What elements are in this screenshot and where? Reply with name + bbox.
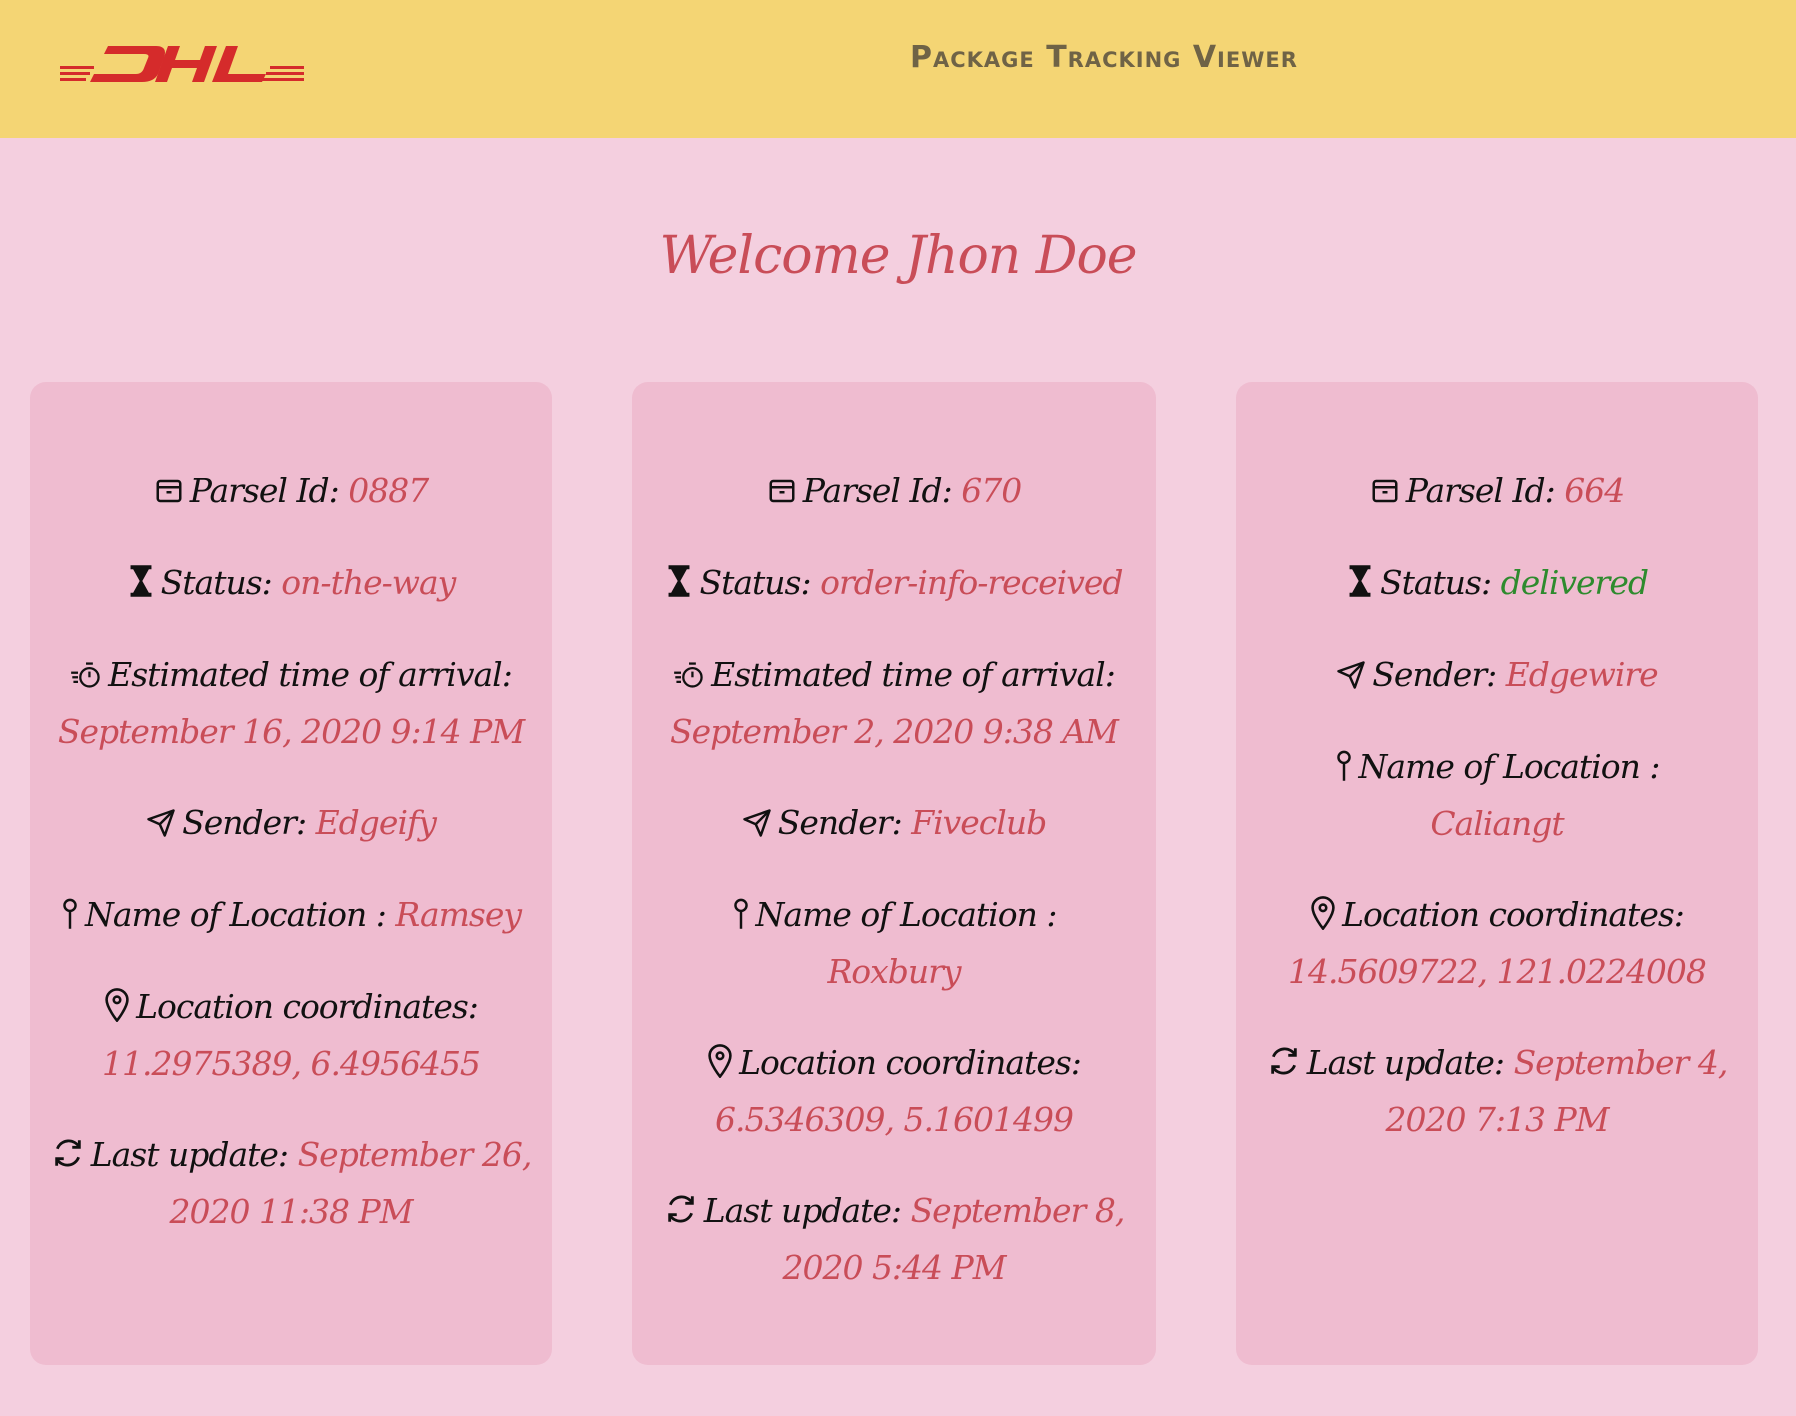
- send-arrow-icon: [742, 808, 772, 838]
- parcel-id-label: Parsel Id:: [1405, 471, 1556, 510]
- last-update-value: September 8,: [910, 1191, 1126, 1230]
- last-update-value: September 4,: [1513, 1043, 1729, 1082]
- eta-label: Estimated time of arrival:: [108, 655, 513, 694]
- app-title: Package Tracking Viewer: [910, 40, 1298, 75]
- coordinates-label: Location coordinates:: [1342, 895, 1685, 934]
- status-value: delivered: [1500, 563, 1649, 602]
- hourglass-icon: [127, 564, 155, 598]
- location-name-label: Name of Location :: [84, 895, 387, 934]
- send-arrow-icon: [1336, 660, 1366, 690]
- last-update-value-2: 2020 11:38 PM: [169, 1192, 413, 1231]
- coordinates-value: 6.5346309, 5.1601499: [715, 1100, 1074, 1139]
- status-value: order-info-received: [820, 563, 1123, 602]
- sender-row: Sender: Edgeify: [30, 794, 552, 851]
- coordinates-row: Location coordinates: 11.2975389, 6.49564…: [30, 978, 552, 1092]
- status-label: Status:: [1380, 563, 1492, 602]
- location-name-value: Caliangt: [1430, 804, 1564, 843]
- eta-value: September 2, 2020 9:38 AM: [670, 712, 1119, 751]
- parcel-id-row: Parsel Id: 664: [1236, 462, 1758, 519]
- parcel-id-value: 0887: [348, 471, 429, 510]
- sender-value: Edgewire: [1505, 655, 1659, 694]
- sender-label: Sender:: [182, 803, 307, 842]
- parcel-id-value: 664: [1564, 471, 1625, 510]
- eta-row: Estimated time of arrival: September 16, …: [30, 646, 552, 760]
- coordinates-value: 14.5609722, 121.0224008: [1288, 952, 1707, 991]
- location-name-value: Ramsey: [395, 895, 522, 934]
- last-update-value-2: 2020 5:44 PM: [782, 1248, 1006, 1287]
- parcel-id-label: Parsel Id:: [802, 471, 953, 510]
- location-name-value: Roxbury: [827, 952, 961, 991]
- coordinates-label: Location coordinates:: [136, 987, 479, 1026]
- location-name-label: Name of Location :: [1358, 747, 1661, 786]
- status-row: Status: delivered: [1236, 554, 1758, 611]
- eta-value: September 16, 2020 9:14 PM: [57, 712, 525, 751]
- map-marker-icon: [707, 1044, 733, 1078]
- parcel-id-row: Parsel Id: 0887: [30, 462, 552, 519]
- parcel-id-row: Parsel Id: 670: [632, 462, 1156, 519]
- map-marker-icon: [1310, 896, 1336, 930]
- sender-row: Sender: Edgewire: [1236, 646, 1758, 703]
- last-update-row: Last update: September 4, 2020 7:13 PM: [1236, 1034, 1758, 1148]
- pin-icon: [1335, 750, 1353, 782]
- parcel-card[interactable]: Parsel Id: 670 Status: order-info-receiv…: [632, 382, 1156, 1365]
- sender-label: Sender:: [1372, 655, 1497, 694]
- status-row: Status: order-info-received: [632, 554, 1156, 611]
- sender-row: Sender: Fiveclub: [632, 794, 1156, 851]
- location-name-row: Name of Location : Ramsey: [30, 886, 552, 943]
- parcel-id-label: Parsel Id:: [189, 471, 340, 510]
- eta-row: Estimated time of arrival: September 2, 2…: [632, 646, 1156, 760]
- status-row: Status: on-the-way: [30, 554, 552, 611]
- parcel-card[interactable]: Parsel Id: 0887 Status: on-the-way Estim…: [30, 382, 552, 1365]
- last-update-label: Last update:: [90, 1135, 289, 1174]
- hourglass-icon: [665, 564, 693, 598]
- sender-label: Sender:: [777, 803, 903, 842]
- coordinates-value: 11.2975389, 6.4956455: [102, 1044, 481, 1083]
- archive-box-icon: [1370, 476, 1400, 506]
- sender-value: Fiveclub: [911, 803, 1047, 842]
- status-value: on-the-way: [281, 563, 456, 602]
- coordinates-row: Location coordinates: 14.5609722, 121.022…: [1236, 886, 1758, 1000]
- location-name-row: Name of Location : Caliangt: [1236, 738, 1758, 852]
- archive-box-icon: [154, 476, 184, 506]
- dhl-logo[interactable]: [60, 38, 304, 88]
- archive-box-icon: [767, 476, 797, 506]
- last-update-row: Last update: September 26, 2020 11:38 PM: [30, 1126, 552, 1240]
- coordinates-row: Location coordinates: 6.5346309, 5.160149…: [632, 1034, 1156, 1148]
- last-update-label: Last update:: [703, 1191, 902, 1230]
- timer-icon: [70, 660, 102, 690]
- welcome-message: Welcome Jhon Doe: [659, 226, 1137, 286]
- parcel-card[interactable]: Parsel Id: 664 Status: delivered Sender:…: [1236, 382, 1758, 1365]
- status-label: Status:: [699, 563, 811, 602]
- pin-icon: [732, 898, 750, 930]
- last-update-value: September 26,: [297, 1135, 533, 1174]
- map-marker-icon: [104, 988, 130, 1022]
- sender-value: Edgeify: [315, 803, 437, 842]
- refresh-icon: [51, 1136, 85, 1170]
- last-update-value-2: 2020 7:13 PM: [1385, 1100, 1609, 1139]
- timer-icon: [673, 660, 705, 690]
- last-update-label: Last update:: [1306, 1043, 1505, 1082]
- location-name-label: Name of Location :: [755, 895, 1058, 934]
- coordinates-label: Location coordinates:: [739, 1043, 1082, 1082]
- hourglass-icon: [1346, 564, 1374, 598]
- send-arrow-icon: [146, 808, 176, 838]
- eta-label: Estimated time of arrival:: [711, 655, 1116, 694]
- parcel-id-value: 670: [961, 471, 1022, 510]
- location-name-row: Name of Location : Roxbury: [632, 886, 1156, 1000]
- pin-icon: [61, 898, 79, 930]
- refresh-icon: [664, 1192, 698, 1226]
- status-label: Status:: [160, 563, 273, 602]
- last-update-row: Last update: September 8, 2020 5:44 PM: [632, 1182, 1156, 1296]
- refresh-icon: [1267, 1044, 1301, 1078]
- app-header: Package Tracking Viewer: [0, 0, 1796, 138]
